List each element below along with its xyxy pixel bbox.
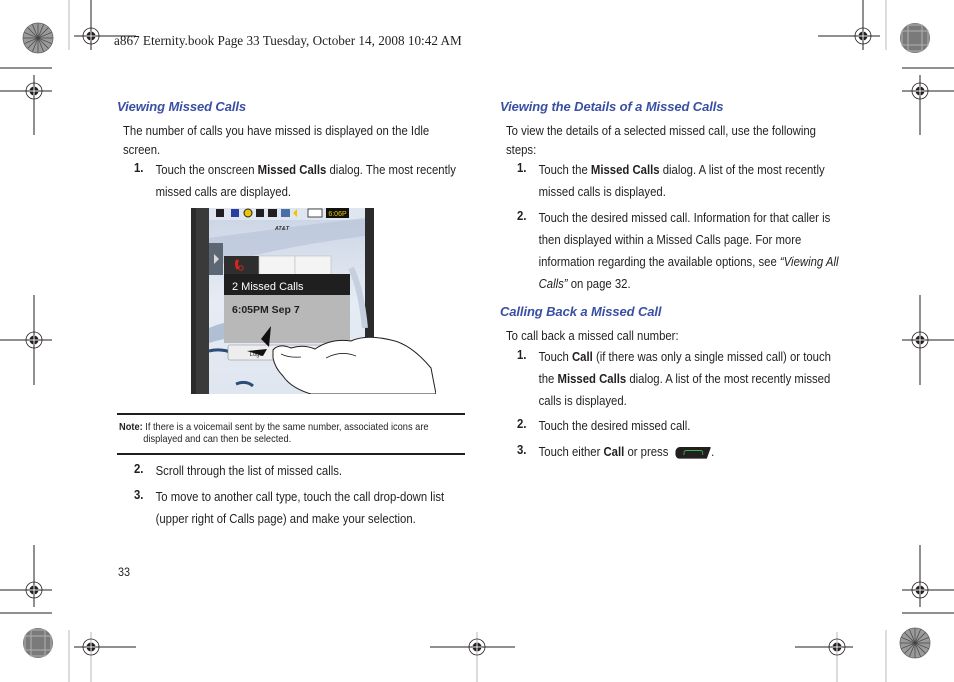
page-number: 33	[118, 565, 131, 579]
note-label: Note:	[119, 422, 143, 433]
callback-step-2: 2. Touch the desired missed call.	[517, 415, 848, 437]
callback-step-3: 3. Touch either Call or press .	[517, 441, 848, 463]
send-key-icon	[675, 446, 712, 459]
step-number: 1.	[134, 161, 144, 175]
section-title-calling-back: Calling Back a Missed Call	[500, 304, 662, 319]
step-2: 2. Scroll through the list of missed cal…	[134, 460, 465, 482]
starburst-icon	[22, 22, 54, 54]
step-number: 2.	[134, 462, 144, 476]
note-line-1: If there is a voicemail sent by the same…	[142, 422, 429, 433]
dialog-time: 6:05PM Sep 7	[232, 304, 300, 316]
note-line-2: displayed and can then be selected.	[143, 434, 292, 445]
details-step-1: 1. Touch the Missed Calls dialog. A list…	[517, 159, 848, 203]
callback-step-1: 1. Touch Call (if there was only a singl…	[517, 346, 848, 412]
details-step-2: 2. Touch the desired missed call. Inform…	[517, 207, 848, 295]
starburst-icon	[23, 628, 53, 658]
carrier-logo: AT&T	[274, 226, 290, 232]
status-time: 6:06P	[328, 211, 347, 218]
section2-intro: To call back a missed call number:	[506, 329, 679, 343]
phone-screenshot: 6:06P AT&T 2 Missed Calls 6:05PM Sep 7 L…	[191, 208, 436, 394]
step-number: 1.	[517, 161, 527, 175]
dialog-title: 2 Missed Calls	[232, 281, 304, 293]
section1-intro: To view the details of a selected missed…	[506, 124, 816, 157]
note-box: Note: If there is a voicemail sent by th…	[117, 413, 465, 455]
section-title-viewing-details: Viewing the Details of a Missed Calls	[500, 99, 724, 114]
step-number: 3.	[517, 443, 527, 457]
section-title-viewing-missed-calls: Viewing Missed Calls	[117, 99, 247, 114]
starburst-icon	[899, 627, 931, 659]
intro-paragraph: The number of calls you have missed is d…	[123, 124, 430, 157]
step-number: 1.	[517, 348, 527, 362]
starburst-icon	[900, 23, 930, 53]
step-3: 3. To move to another call type, touch t…	[134, 486, 465, 530]
print-header: a867 Eternity.book Page 33 Tuesday, Octo…	[114, 33, 462, 48]
step-1: 1. Touch the onscreen Missed Calls dialo…	[134, 159, 465, 203]
step-number: 3.	[134, 488, 144, 502]
step-number: 2.	[517, 209, 527, 223]
step-number: 2.	[517, 417, 527, 431]
